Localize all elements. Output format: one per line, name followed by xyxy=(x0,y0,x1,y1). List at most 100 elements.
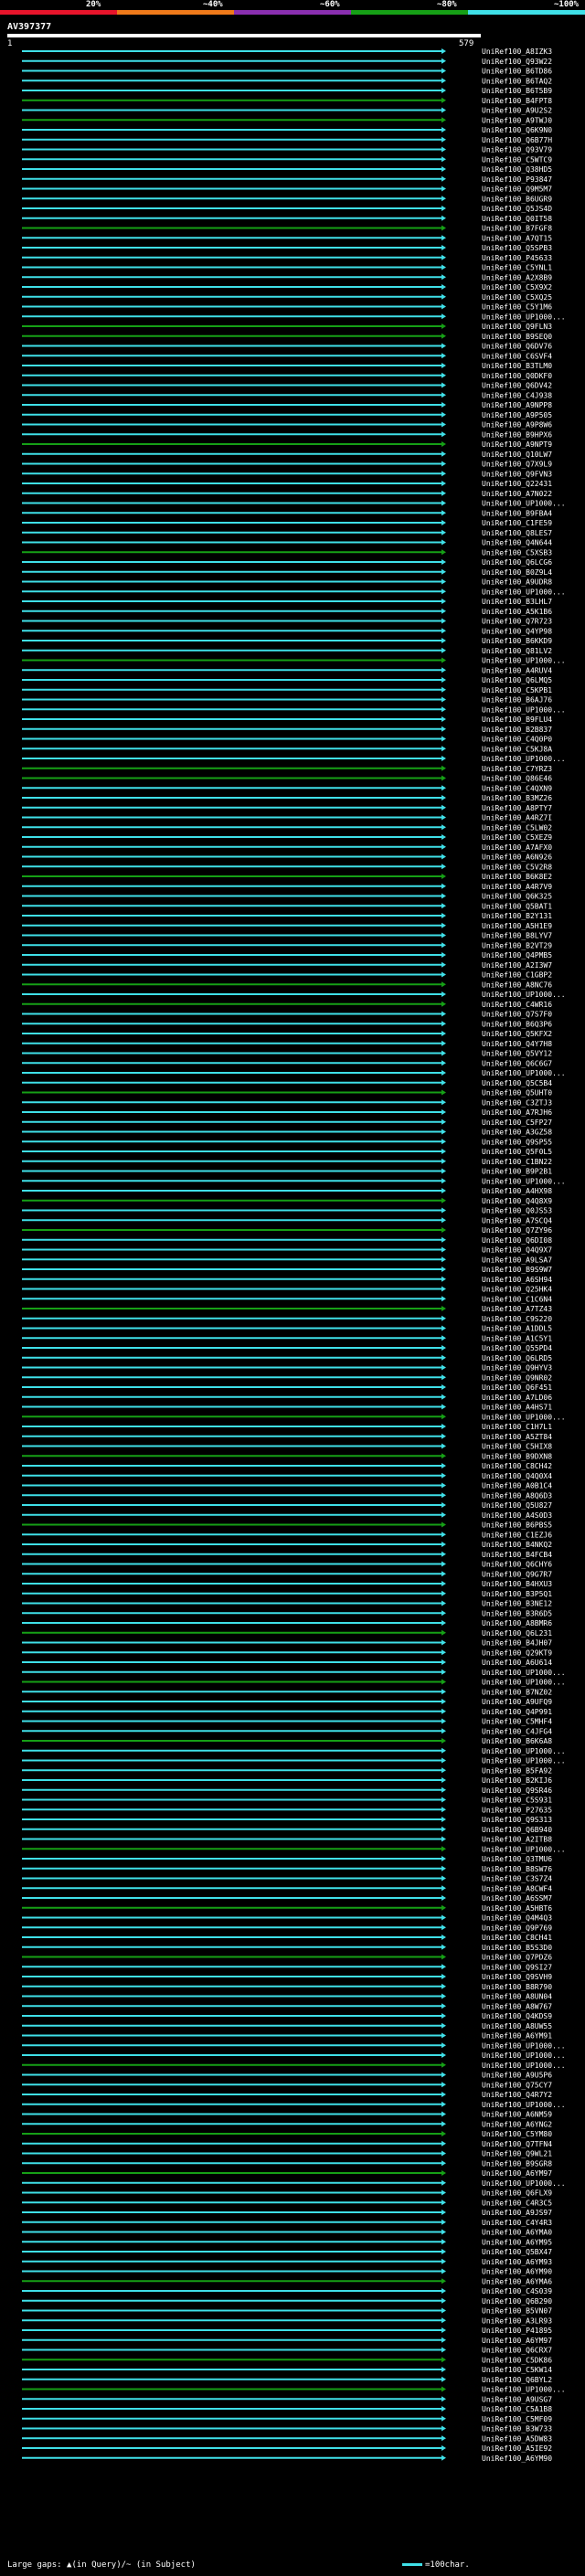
hit-label[interactable]: UniRef100_C5KJ8A xyxy=(482,745,552,753)
hit-label[interactable]: UniRef100_P41895 xyxy=(482,2327,552,2335)
hit-row[interactable]: UniRef100_Q6F451 xyxy=(22,1383,552,1392)
hit-label[interactable]: UniRef100_Q6CHY6 xyxy=(482,1561,552,1569)
hit-row[interactable]: UniRef100_C4WR16 xyxy=(22,1001,552,1009)
hit-label[interactable]: UniRef100_A5HBT6 xyxy=(482,1904,552,1913)
hit-row[interactable]: UniRef100_Q4Y7H8 xyxy=(22,1040,552,1048)
hit-label[interactable]: UniRef100_Q4M4Q3 xyxy=(482,1914,552,1923)
hit-row[interactable]: UniRef100_C3ZTJ3 xyxy=(22,1098,552,1107)
hit-row[interactable]: UniRef100_B3TLM0 xyxy=(22,362,552,370)
hit-label[interactable]: UniRef100_B2VT29 xyxy=(482,941,552,949)
hit-row[interactable]: UniRef100_A9LSA7 xyxy=(22,1256,552,1264)
hit-label[interactable]: UniRef100_A5ZT84 xyxy=(482,1433,552,1441)
hit-row[interactable]: UniRef100_C5WTC9 xyxy=(22,155,552,164)
hit-label[interactable]: UniRef100_B3MZ26 xyxy=(482,794,552,802)
hit-row[interactable]: UniRef100_Q4M4Q3 xyxy=(22,1914,552,1923)
hit-label[interactable]: UniRef100_B3R6D5 xyxy=(482,1609,552,1617)
hit-row[interactable]: UniRef100_C1H7L1 xyxy=(22,1423,552,1431)
hit-label[interactable]: UniRef100_Q38HD5 xyxy=(482,165,552,174)
hit-row[interactable]: UniRef100_UP1000... xyxy=(22,755,566,763)
hit-label[interactable]: UniRef100_C5XQ25 xyxy=(482,293,552,302)
hit-label[interactable]: UniRef100_A4RZ7I xyxy=(482,814,552,822)
hit-row[interactable]: UniRef100_B6K8E2 xyxy=(22,873,552,881)
hit-row[interactable]: UniRef100_B6Q3P6 xyxy=(22,1020,552,1028)
hit-row[interactable]: UniRef100_A2X8B9 xyxy=(22,273,552,281)
hit-label[interactable]: UniRef100_A1DDL5 xyxy=(482,1325,552,1333)
hit-row[interactable]: UniRef100_A9UFQ9 xyxy=(22,1698,552,1706)
hit-label[interactable]: UniRef100_UP1000... xyxy=(482,2101,566,2109)
hit-row[interactable]: UniRef100_B6PBS5 xyxy=(22,1521,552,1530)
hit-row[interactable]: UniRef100_C5MF09 xyxy=(22,2415,552,2423)
hit-label[interactable]: UniRef100_Q7TFN4 xyxy=(482,2140,552,2148)
hit-label[interactable]: UniRef100_Q9SVH9 xyxy=(482,1973,552,1981)
hit-label[interactable]: UniRef100_B9P2B1 xyxy=(482,1168,552,1176)
hit-label[interactable]: UniRef100_C4JFG4 xyxy=(482,1727,552,1735)
hit-row[interactable]: UniRef100_Q6DV42 xyxy=(22,382,552,390)
hit-row[interactable]: UniRef100_Q9S313 xyxy=(22,1816,552,1824)
hit-label[interactable]: UniRef100_A8W767 xyxy=(482,2002,552,2010)
hit-row[interactable]: UniRef100_Q4R7Y2 xyxy=(22,2091,552,2099)
hit-label[interactable]: UniRef100_C1BN22 xyxy=(482,1158,552,1166)
hit-label[interactable]: UniRef100_Q7X9L9 xyxy=(482,461,552,469)
hit-label[interactable]: UniRef100_Q4Q8X9 xyxy=(482,1197,552,1205)
hit-label[interactable]: UniRef100_Q6DV76 xyxy=(482,343,552,351)
hit-label[interactable]: UniRef100_B6K6A8 xyxy=(482,1737,552,1745)
hit-row[interactable]: UniRef100_Q4PMB5 xyxy=(22,951,552,959)
hit-row[interactable]: UniRef100_C5LW02 xyxy=(22,823,552,832)
hit-label[interactable]: UniRef100_B6PBS5 xyxy=(482,1521,552,1530)
hit-row[interactable]: UniRef100_Q7ZY96 xyxy=(22,1226,552,1235)
hit-row[interactable]: UniRef100_B8LYV7 xyxy=(22,932,552,940)
hit-row[interactable]: UniRef100_C4J938 xyxy=(22,391,552,399)
hit-label[interactable]: UniRef100_C9S220 xyxy=(482,1315,552,1323)
hit-label[interactable]: UniRef100_C1C6N4 xyxy=(482,1295,552,1303)
hit-row[interactable]: UniRef100_Q93V79 xyxy=(22,146,552,154)
hit-row[interactable]: UniRef100_C5Y1M6 xyxy=(22,303,552,312)
hit-row[interactable]: UniRef100_Q9SI27 xyxy=(22,1963,552,1971)
hit-row[interactable]: UniRef100_A5K1B6 xyxy=(22,608,552,616)
hit-label[interactable]: UniRef100_A9LSA7 xyxy=(482,1256,552,1264)
hit-label[interactable]: UniRef100_Q6F451 xyxy=(482,1383,552,1392)
hit-label[interactable]: UniRef100_A4HX98 xyxy=(482,1187,552,1195)
hit-label[interactable]: UniRef100_C5V2R8 xyxy=(482,863,552,871)
hit-row[interactable]: UniRef100_B3P5Q1 xyxy=(22,1590,552,1598)
hit-label[interactable]: UniRef100_B6T5B9 xyxy=(482,87,552,95)
hit-label[interactable]: UniRef100_B9SGR8 xyxy=(482,2159,552,2168)
hit-label[interactable]: UniRef100_B8R790 xyxy=(482,1983,552,1991)
hit-row[interactable]: UniRef100_Q6CHY6 xyxy=(22,1561,552,1569)
hit-row[interactable]: UniRef100_A6YM95 xyxy=(22,2238,552,2246)
hit-row[interactable]: UniRef100_B6TAQ2 xyxy=(22,77,552,85)
hit-row[interactable]: UniRef100_Q6BYL2 xyxy=(22,2376,552,2384)
hit-row[interactable]: UniRef100_Q7TFN4 xyxy=(22,2140,552,2148)
hit-row[interactable]: UniRef100_A6YMA6 xyxy=(22,2277,552,2285)
hit-row[interactable]: UniRef100_A1DDL5 xyxy=(22,1325,552,1333)
hit-label[interactable]: UniRef100_A8Q6D3 xyxy=(482,1491,552,1500)
hit-label[interactable]: UniRef100_A7N022 xyxy=(482,490,552,498)
hit-label[interactable]: UniRef100_B5FA92 xyxy=(482,1766,552,1775)
hit-row[interactable]: UniRef100_B9S9W7 xyxy=(22,1266,552,1274)
hit-row[interactable]: UniRef100_A6SH94 xyxy=(22,1276,552,1284)
hit-row[interactable]: UniRef100_C4S039 xyxy=(22,2287,552,2295)
hit-row[interactable]: UniRef100_Q5BX47 xyxy=(22,2248,552,2256)
hit-label[interactable]: UniRef100_Q5VY12 xyxy=(482,1050,552,1058)
hit-label[interactable]: UniRef100_Q9S313 xyxy=(482,1816,552,1824)
hit-label[interactable]: UniRef100_A7LD06 xyxy=(482,1394,552,1402)
hit-row[interactable]: UniRef100_A6YNG2 xyxy=(22,2120,552,2128)
hit-row[interactable]: UniRef100_UP1000... xyxy=(22,2179,566,2188)
hit-row[interactable]: UniRef100_A7TZ43 xyxy=(22,1305,552,1313)
hit-label[interactable]: UniRef100_Q6LRD5 xyxy=(482,1354,552,1362)
hit-label[interactable]: UniRef100_A6YM97 xyxy=(482,2169,552,2178)
hit-row[interactable]: UniRef100_UP1000... xyxy=(22,2062,566,2070)
hit-label[interactable]: UniRef100_Q7PDZ6 xyxy=(482,1954,552,1962)
hit-row[interactable]: UniRef100_B7NZ02 xyxy=(22,1688,552,1696)
hit-label[interactable]: UniRef100_Q6B940 xyxy=(482,1826,552,1834)
hit-label[interactable]: UniRef100_Q5UHT0 xyxy=(482,1089,552,1097)
hit-row[interactable]: UniRef100_A6YM97 xyxy=(22,2337,552,2345)
hit-label[interactable]: UniRef100_Q93W22 xyxy=(482,58,552,66)
hit-label[interactable]: UniRef100_A7QT15 xyxy=(482,234,552,242)
hit-label[interactable]: UniRef100_A6SH94 xyxy=(482,1276,552,1284)
hit-label[interactable]: UniRef100_Q5KFX2 xyxy=(482,1030,552,1038)
hit-row[interactable]: UniRef100_B2B837 xyxy=(22,726,552,734)
hit-label[interactable]: UniRef100_A2X8B9 xyxy=(482,273,552,281)
hit-label[interactable]: UniRef100_Q6LCG6 xyxy=(482,558,552,567)
hit-label[interactable]: UniRef100_C1H7L1 xyxy=(482,1423,552,1431)
hit-label[interactable]: UniRef100_UP1000... xyxy=(482,588,566,596)
